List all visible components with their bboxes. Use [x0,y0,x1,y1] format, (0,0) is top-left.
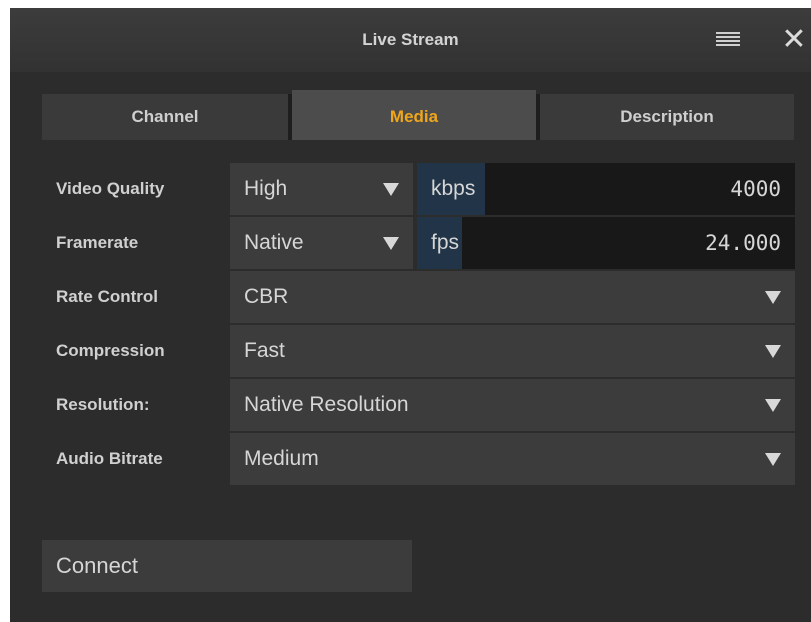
compression-label: Compression [56,341,165,360]
close-icon[interactable]: ✕ [778,24,810,56]
rate-control-value: CBR [244,285,289,308]
fps-unit-label: fps [431,231,460,254]
connect-button[interactable]: Connect [42,540,412,592]
resolution-value: Native Resolution [244,393,409,416]
video-quality-dropdown[interactable]: High [230,163,413,215]
chevron-down-icon [765,453,781,466]
window-title: Live Stream [362,30,459,49]
bitrate-kbps-field[interactable]: kbps 4000 [417,163,795,215]
tab-media[interactable]: Media [292,90,536,140]
fps-value: 24.000 [705,231,781,255]
title-bar: Live Stream ✕ [10,8,811,72]
fps-field[interactable]: fps 24.000 [417,217,795,269]
resolution-dropdown[interactable]: Native Resolution [230,379,795,431]
framerate-label: Framerate [56,233,139,252]
compression-dropdown[interactable]: Fast [230,325,795,377]
resolution-label: Resolution: [56,395,150,414]
chevron-down-icon [765,345,781,358]
kbps-unit-label: kbps [431,177,476,200]
video-quality-value: High [244,177,288,200]
tab-description[interactable]: Description [540,94,794,140]
bitrate-value: 4000 [730,177,781,201]
rate-control-label: Rate Control [56,287,158,306]
chevron-down-icon [383,183,399,196]
video-quality-label: Video Quality [56,179,165,198]
tab-channel[interactable]: Channel [42,94,288,140]
chevron-down-icon [765,399,781,412]
chevron-down-icon [765,291,781,304]
compression-value: Fast [244,339,285,362]
framerate-dropdown[interactable]: Native [230,217,413,269]
audio-bitrate-dropdown[interactable]: Medium [230,433,795,485]
live-stream-window: Live Stream ✕ Channel Media Description … [10,8,811,622]
tab-bar: Channel Media Description [42,90,794,140]
audio-bitrate-label: Audio Bitrate [56,449,163,468]
audio-bitrate-value: Medium [244,447,319,470]
framerate-value: Native [244,231,304,254]
chevron-down-icon [383,237,399,250]
rate-control-dropdown[interactable]: CBR [230,271,795,323]
hamburger-menu-icon[interactable] [716,32,740,48]
